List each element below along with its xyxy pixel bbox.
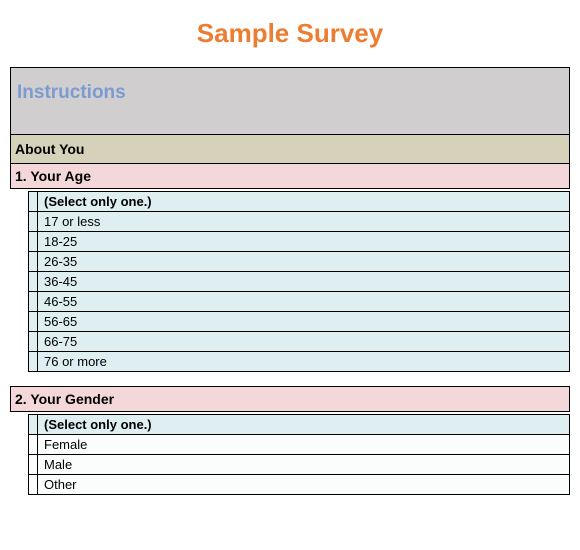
age-option[interactable]: 46-55 <box>38 292 570 311</box>
option-marker[interactable] <box>28 252 38 271</box>
gender-option[interactable]: Female <box>38 435 570 454</box>
option-marker[interactable] <box>28 292 38 311</box>
option-marker[interactable] <box>28 212 38 231</box>
age-option[interactable]: 56-65 <box>38 312 570 331</box>
option-marker[interactable] <box>28 455 38 474</box>
gender-option[interactable]: Male <box>38 455 570 474</box>
option-marker[interactable] <box>28 232 38 251</box>
instructions-heading: Instructions <box>11 68 570 135</box>
age-option[interactable]: 36-45 <box>38 272 570 291</box>
option-marker[interactable] <box>28 352 38 371</box>
age-option[interactable]: 18-25 <box>38 232 570 251</box>
age-option[interactable]: 76 or more <box>38 352 570 371</box>
option-marker <box>28 192 38 211</box>
age-option[interactable]: 66-75 <box>38 332 570 351</box>
gender-option[interactable]: Other <box>38 475 570 494</box>
question-1-hint: (Select only one.) <box>38 192 570 211</box>
option-marker[interactable] <box>28 435 38 454</box>
question-1-options: (Select only one.) 17 or less 18-25 26-3… <box>28 191 570 372</box>
question-2-label: 2. Your Gender <box>11 387 570 412</box>
option-marker[interactable] <box>28 312 38 331</box>
question-2-hint: (Select only one.) <box>38 415 570 434</box>
survey-title-text: Sample Survey <box>197 18 383 48</box>
age-option[interactable]: 26-35 <box>38 252 570 271</box>
question-2-options: (Select only one.) Female Male Other <box>28 414 570 495</box>
option-marker <box>28 415 38 434</box>
option-marker[interactable] <box>28 475 38 494</box>
question-2-header: 2. Your Gender <box>10 386 570 412</box>
option-marker[interactable] <box>28 272 38 291</box>
age-option[interactable]: 17 or less <box>38 212 570 231</box>
survey-header-table: Instructions About You 1. Your Age <box>10 67 570 189</box>
about-you-heading: About You <box>11 135 570 164</box>
option-marker[interactable] <box>28 332 38 351</box>
survey-title: Sample Survey <box>10 18 570 49</box>
question-1-label: 1. Your Age <box>11 164 570 189</box>
